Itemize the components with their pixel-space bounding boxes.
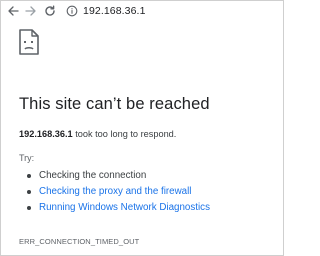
error-description: 192.168.36.1 took too long to respond. bbox=[19, 129, 176, 139]
site-info-button[interactable] bbox=[65, 4, 79, 18]
sad-page-icon bbox=[19, 29, 39, 55]
check-proxy-firewall-link[interactable]: Checking the proxy and the firewall bbox=[39, 186, 191, 197]
forward-button[interactable] bbox=[24, 4, 38, 18]
reload-icon bbox=[45, 5, 55, 16]
host-name: 192.168.36.1 bbox=[19, 129, 73, 139]
bullet bbox=[27, 174, 31, 178]
back-button[interactable] bbox=[6, 4, 20, 18]
try-label: Try: bbox=[19, 153, 35, 163]
arrow-right-icon bbox=[25, 6, 36, 16]
arrow-left-icon bbox=[8, 6, 19, 16]
error-code: ERR_CONNECTION_TIMED_OUT bbox=[19, 237, 140, 246]
browser-toolbar: 192.168.36.1 bbox=[1, 1, 283, 23]
page-title: This site can’t be reached bbox=[19, 95, 210, 113]
suggestion-check-connection: Checking the connection bbox=[19, 168, 210, 184]
error-message: took too long to respond. bbox=[72, 129, 177, 139]
network-diagnostics-link[interactable]: Running Windows Network Diagnostics bbox=[39, 202, 210, 213]
info-circle-icon bbox=[66, 5, 78, 17]
suggestion-network-diagnostics: Running Windows Network Diagnostics bbox=[19, 200, 210, 216]
suggestion-label: Checking the connection bbox=[39, 170, 147, 181]
bullet bbox=[27, 190, 31, 194]
browser-window: 192.168.36.1 This site can’t be reached … bbox=[0, 0, 284, 256]
address-bar-url[interactable]: 192.168.36.1 bbox=[83, 5, 146, 17]
reload-button[interactable] bbox=[43, 4, 57, 18]
suggestions-list: Checking the connection Checking the pro… bbox=[19, 168, 210, 216]
bullet bbox=[27, 206, 31, 210]
suggestion-check-proxy-firewall: Checking the proxy and the firewall bbox=[19, 184, 210, 200]
